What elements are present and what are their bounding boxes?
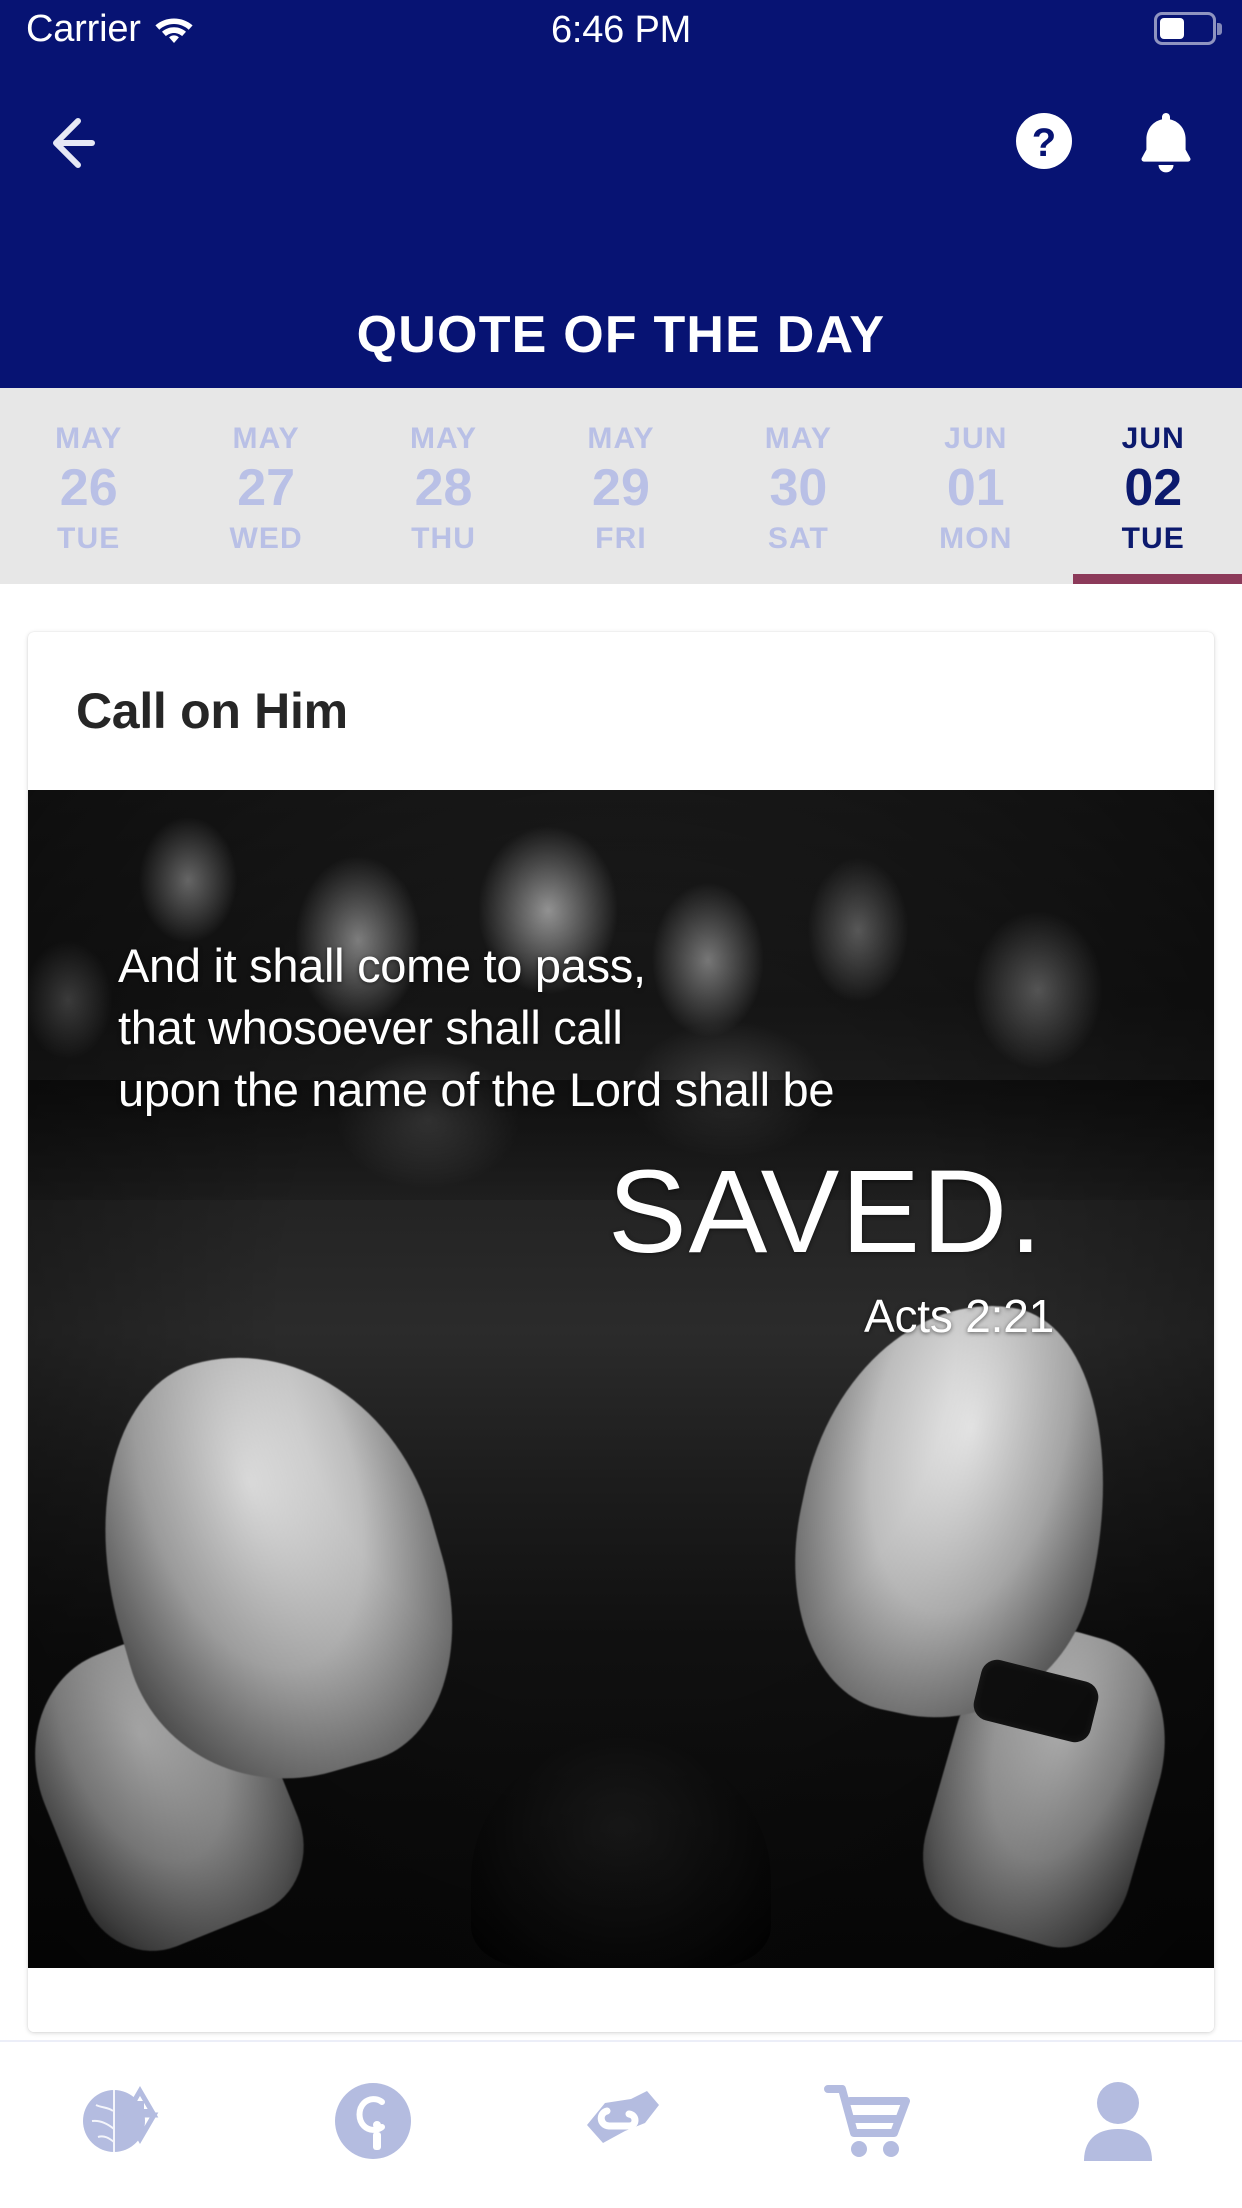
quote-emphasis: SAVED. [607, 1146, 1044, 1279]
quote-card[interactable]: Call on Him And it shall come to pass, t… [28, 632, 1214, 2032]
status-bar-right [1154, 12, 1222, 45]
date-underline [895, 574, 1064, 584]
tab-profile[interactable] [994, 2066, 1242, 2176]
tab-store[interactable] [745, 2066, 993, 2176]
date-weekday: TUE [1121, 521, 1185, 555]
date-day: 27 [237, 459, 296, 518]
app-root: Carrier 6:46 PM ? QUOTE OF THE DAY MAY 2… [0, 0, 1242, 2208]
person-icon [1080, 2079, 1156, 2163]
date-cell-may-29[interactable]: MAY 29 FRI [532, 388, 709, 584]
date-cell-jun-01[interactable]: JUN 01 MON [887, 388, 1064, 584]
date-underline [718, 574, 887, 584]
date-weekday: FRI [595, 521, 647, 555]
back-button[interactable] [46, 107, 122, 183]
date-month: MAY [764, 422, 832, 456]
date-cell-may-30[interactable]: MAY 30 SAT [710, 388, 887, 584]
quote-line-3: upon the name of the Lord shall be [118, 1063, 835, 1117]
date-day: 30 [769, 459, 828, 518]
quote-reference: Acts 2:21 [864, 1289, 1054, 1342]
tab-info[interactable] [248, 2066, 496, 2176]
help-circle-icon: ? [1013, 110, 1075, 177]
date-underline [8, 574, 177, 584]
notifications-button[interactable] [1130, 107, 1202, 179]
date-day: 28 [414, 459, 473, 518]
date-month: MAY [55, 422, 123, 456]
back-arrow-icon [52, 115, 116, 176]
quote-line-2: that whosoever shall call [118, 1001, 623, 1055]
quote-line-1: And it shall come to pass, [118, 939, 646, 992]
date-cell-may-28[interactable]: MAY 28 THU [355, 388, 532, 584]
shopping-cart-icon [824, 2081, 914, 2161]
nav-bar: ? QUOTE OF THE DAY [0, 63, 1242, 388]
tab-give[interactable] [497, 2066, 745, 2176]
page-title: QUOTE OF THE DAY [356, 306, 886, 364]
globe-star-cross-icon [76, 2077, 172, 2165]
tab-bar [0, 2040, 1242, 2208]
date-month: MAY [232, 422, 300, 456]
quote-image: And it shall come to pass, that whosoeve… [28, 790, 1214, 1968]
date-weekday: WED [229, 521, 303, 555]
date-weekday: SAT [767, 521, 829, 555]
quote-card-title: Call on Him [76, 683, 348, 739]
date-underline [363, 574, 532, 584]
date-day: 29 [592, 459, 650, 518]
help-button[interactable]: ? [1008, 107, 1080, 179]
date-day: 26 [59, 459, 118, 518]
date-month: MAY [587, 422, 655, 456]
battery-icon [1154, 12, 1222, 45]
quote-text-block: And it shall come to pass, that whosoeve… [118, 935, 1154, 1343]
date-cell-jun-02[interactable]: JUN 02 TUE [1065, 388, 1242, 584]
date-weekday: THU [411, 521, 477, 555]
date-day: 01 [946, 459, 1005, 518]
date-underline [540, 574, 709, 584]
status-bar: Carrier 6:46 PM [0, 0, 1242, 63]
date-cell-may-26[interactable]: MAY 26 TUE [0, 388, 177, 584]
date-month: MAY [409, 422, 478, 456]
giving-hand-icon [573, 2081, 669, 2161]
date-weekday: TUE [57, 521, 121, 555]
date-day: 02 [1124, 459, 1183, 518]
nav-actions: ? [1008, 107, 1202, 179]
date-strip[interactable]: MAY 26 TUE MAY 27 WED MAY 28 THU MAY 29 … [0, 388, 1242, 584]
date-selected-underline [1072, 574, 1242, 584]
svg-text:?: ? [1032, 121, 1056, 165]
info-circle-icon [330, 2078, 416, 2164]
date-underline [185, 574, 354, 584]
date-cell-may-27[interactable]: MAY 27 WED [177, 388, 354, 584]
date-month: JUN [1121, 422, 1185, 456]
bell-icon [1137, 109, 1195, 178]
tab-ministry-home[interactable] [0, 2066, 248, 2176]
status-bar-clock: 6:46 PM [550, 9, 692, 51]
date-month: JUN [944, 422, 1008, 456]
date-weekday: MON [939, 521, 1013, 555]
quote-card-footer [28, 1968, 1214, 2032]
